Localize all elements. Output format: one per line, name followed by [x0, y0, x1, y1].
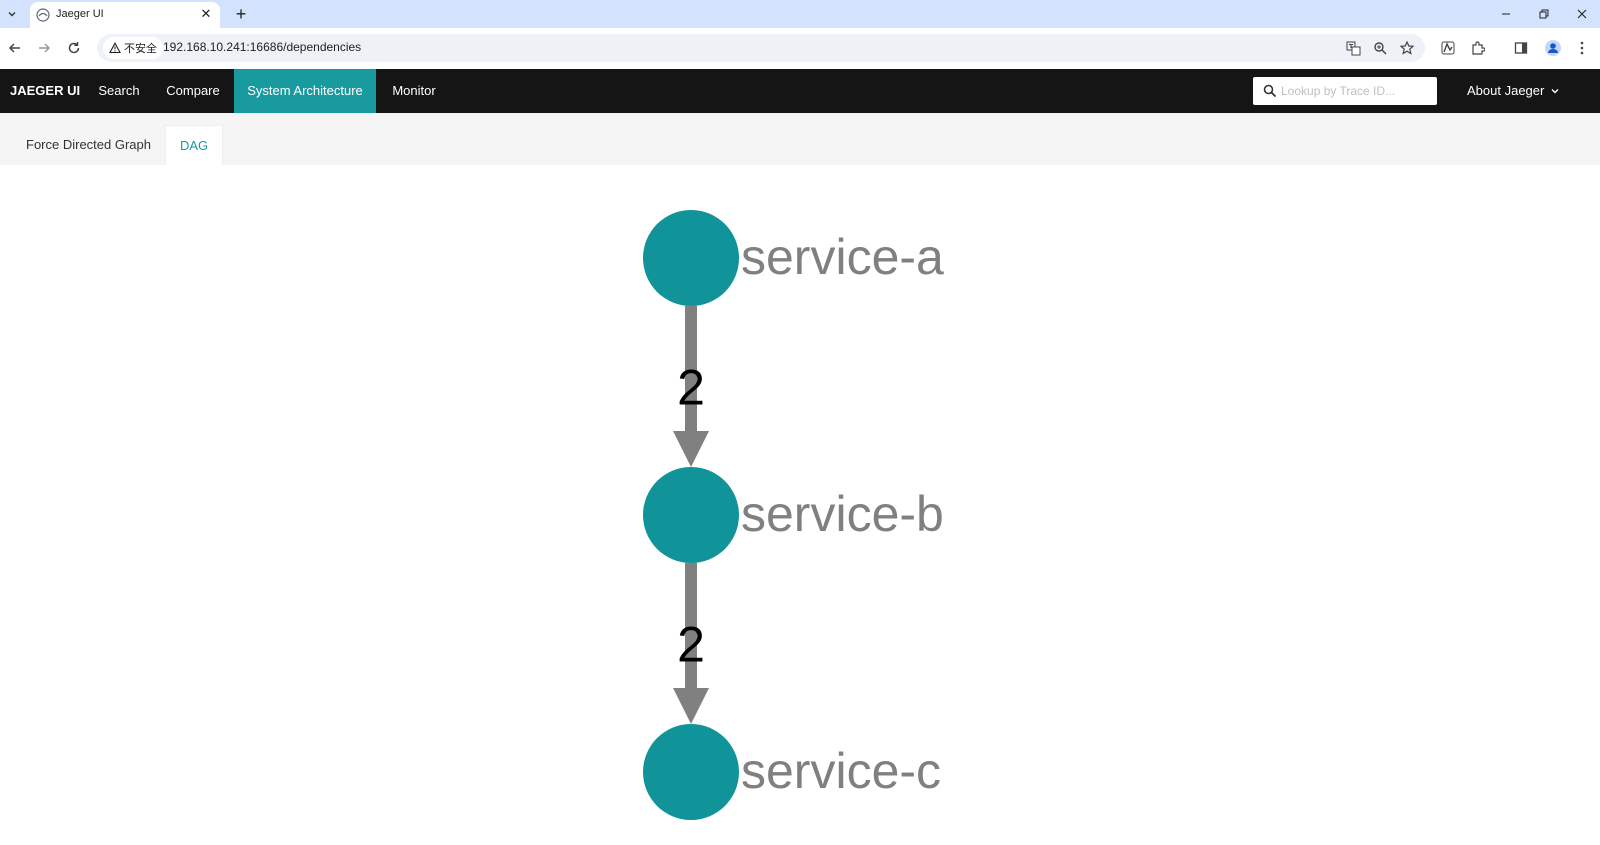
nav-compare[interactable]: Compare: [153, 69, 233, 113]
search-icon: [1263, 84, 1277, 98]
close-window-button[interactable]: [1564, 0, 1600, 28]
dag-graph: 2 2 service-a service-b service-c: [0, 165, 1600, 840]
nav-system-architecture[interactable]: System Architecture: [234, 69, 376, 113]
new-tab-button[interactable]: +: [230, 3, 252, 25]
more-vertical-icon: [1580, 41, 1584, 55]
bookmark-button[interactable]: [1399, 40, 1415, 56]
dag-svg: 2 2 service-a service-b service-c: [643, 210, 944, 820]
node-circle[interactable]: [643, 724, 739, 820]
jaeger-top-nav: JAEGER UI Search Compare System Architec…: [0, 69, 1600, 113]
tab-title: Jaeger UI: [56, 8, 104, 20]
tab-close-button[interactable]: ✕: [198, 6, 214, 22]
node-service-c[interactable]: service-c: [643, 724, 941, 820]
reload-icon: [68, 42, 80, 54]
edge-label: 2: [677, 617, 705, 673]
arrow-left-icon: [8, 43, 20, 53]
tab-force-directed-graph[interactable]: Force Directed Graph: [12, 125, 165, 165]
about-jaeger-dropdown[interactable]: About Jaeger: [1467, 69, 1560, 113]
address-bar[interactable]: 不安全 192.168.10.241:16686/dependencies: [97, 34, 1425, 62]
node-label: service-c: [741, 743, 941, 799]
trace-id-lookup: [1253, 77, 1437, 105]
jaeger-logo-icon: [36, 8, 50, 22]
zoom-button[interactable]: [1372, 40, 1388, 56]
node-service-a[interactable]: service-a: [643, 210, 944, 306]
side-panel-icon: [1514, 42, 1528, 54]
nav-search[interactable]: Search: [86, 69, 152, 113]
url-text[interactable]: 192.168.10.241:16686/dependencies: [163, 40, 361, 54]
browser-menu-button[interactable]: [1572, 38, 1592, 58]
warning-triangle-icon: [109, 42, 121, 54]
security-indicator[interactable]: 不安全: [103, 37, 163, 59]
back-button[interactable]: [5, 38, 25, 58]
node-label: service-a: [741, 229, 944, 285]
extensions-button[interactable]: [1468, 38, 1488, 58]
edge-label: 2: [677, 360, 705, 416]
arrow-right-icon: [39, 43, 51, 53]
zoom-icon: [1374, 42, 1387, 55]
edge-service-b-service-c: 2: [673, 563, 709, 724]
graph-type-tabs: Force Directed Graph DAG: [0, 113, 1600, 165]
profile-button[interactable]: [1543, 38, 1563, 58]
tab-dag[interactable]: DAG: [165, 125, 224, 165]
avatar-icon: [1545, 40, 1561, 56]
chevron-down-icon: [8, 12, 16, 17]
node-circle[interactable]: [643, 210, 739, 306]
close-icon: [1577, 9, 1587, 19]
nav-monitor[interactable]: Monitor: [376, 69, 452, 113]
translate-button[interactable]: [1345, 40, 1361, 56]
side-panel-button[interactable]: [1511, 38, 1531, 58]
browser-tab-strip: Jaeger UI ✕ +: [0, 0, 1600, 28]
performance-icon: [1441, 41, 1455, 55]
minimize-button[interactable]: [1488, 0, 1524, 28]
forward-button[interactable]: [34, 38, 54, 58]
edge-arrowhead: [673, 431, 709, 467]
trace-id-input[interactable]: [1281, 82, 1431, 100]
browser-tab[interactable]: Jaeger UI ✕: [30, 2, 220, 28]
minimize-icon: [1502, 13, 1510, 15]
node-circle[interactable]: [643, 467, 739, 563]
edge-arrowhead: [673, 688, 709, 724]
tab-list-button[interactable]: [2, 4, 22, 24]
chevron-down-icon: [1551, 89, 1559, 94]
restore-icon: [1539, 9, 1549, 19]
translate-icon: [1346, 41, 1360, 55]
node-service-b[interactable]: service-b: [643, 467, 944, 563]
edge-service-a-service-b: 2: [673, 306, 709, 467]
security-label: 不安全: [124, 43, 157, 55]
node-label: service-b: [741, 486, 944, 542]
performance-button[interactable]: [1438, 38, 1458, 58]
about-jaeger-label: About Jaeger: [1467, 83, 1545, 98]
browser-toolbar: 不安全 192.168.10.241:16686/dependencies: [0, 28, 1600, 68]
puzzle-icon: [1472, 41, 1485, 55]
restore-button[interactable]: [1526, 0, 1562, 28]
reload-button[interactable]: [64, 38, 84, 58]
star-icon: [1400, 41, 1414, 55]
brand-logo[interactable]: JAEGER UI: [10, 69, 80, 113]
